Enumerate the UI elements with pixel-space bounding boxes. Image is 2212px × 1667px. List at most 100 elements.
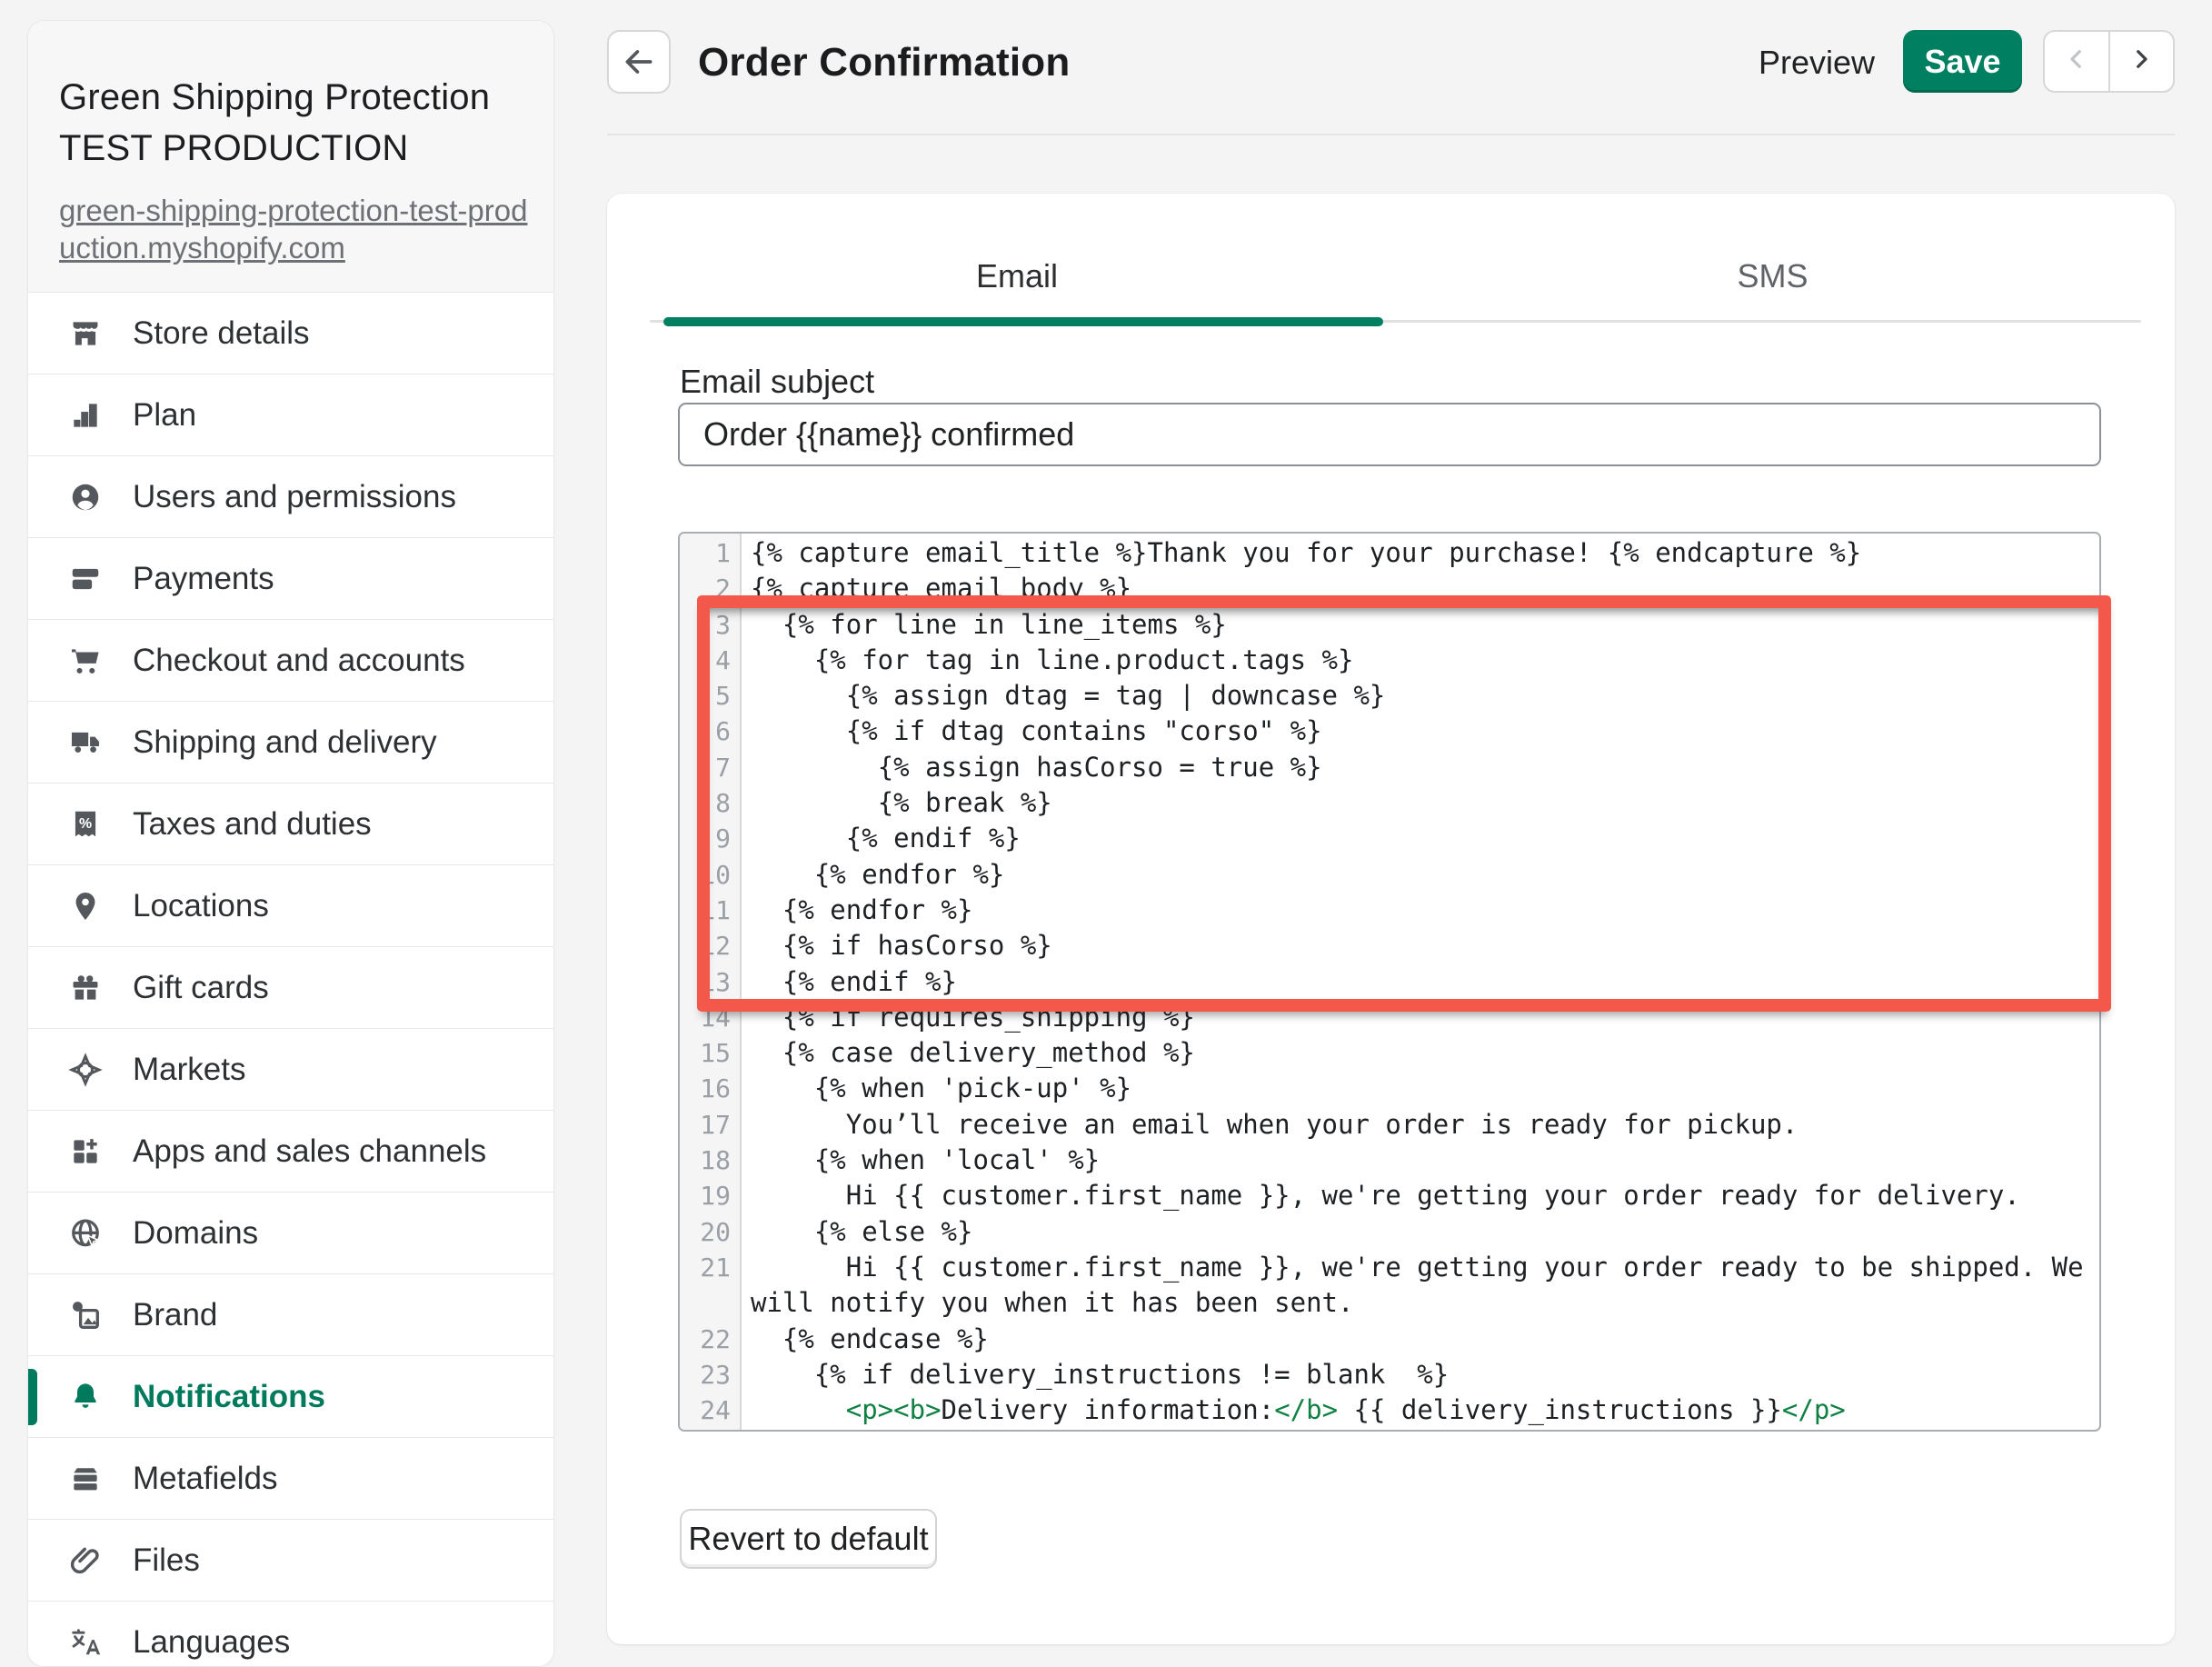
save-button[interactable]: Save (1903, 30, 2022, 93)
code-text: {% endif %} (742, 821, 2099, 856)
line-number: 3 (680, 607, 742, 643)
code-text: {% if delivery_instructions != blank %} (742, 1357, 2099, 1392)
users-icon (68, 480, 103, 514)
sidebar-item-label: Payments (133, 561, 274, 597)
sidebar-item-label: Store details (133, 315, 310, 352)
code-text: {% break %} (742, 785, 2099, 821)
sidebar-item-label: Domains (133, 1215, 258, 1252)
svg-text:%: % (79, 815, 92, 831)
line-number: 7 (680, 750, 742, 785)
code-line-21: 21 Hi {{ customer.first_name }}, we're g… (680, 1250, 2099, 1322)
code-text: Hi {{ customer.first_name }}, we're gett… (742, 1250, 2099, 1322)
code-line-7: 7 {% assign hasCorso = true %} (680, 750, 2099, 785)
page-title: Order Confirmation (698, 40, 1070, 85)
line-number: 6 (680, 714, 742, 749)
gift-icon (68, 971, 103, 1005)
preview-button[interactable]: Preview (1759, 44, 1875, 82)
sidebar-item-label: Files (133, 1542, 200, 1579)
line-number: 22 (680, 1322, 742, 1357)
brand-icon (68, 1298, 103, 1333)
sidebar-item-apps-and-sales-channels[interactable]: Apps and sales channels (28, 1110, 553, 1192)
markets-icon (68, 1053, 103, 1087)
template-pager (2043, 30, 2175, 93)
line-number: 11 (680, 893, 742, 928)
email-body-code-editor[interactable]: 1{% capture email_title %}Thank you for … (678, 532, 2101, 1432)
sidebar-item-plan[interactable]: Plan (28, 374, 553, 455)
line-number: 23 (680, 1357, 742, 1392)
sidebar-item-label: Plan (133, 397, 196, 434)
sidebar-item-files[interactable]: Files (28, 1519, 553, 1601)
line-number: 5 (680, 678, 742, 714)
line-number: 2 (680, 571, 742, 606)
store-url-link[interactable]: green-shipping-protection-test-productio… (59, 192, 528, 266)
sidebar-item-gift-cards[interactable]: Gift cards (28, 946, 553, 1028)
sidebar-store-header: Green Shipping Protection TEST PRODUCTIO… (28, 21, 553, 292)
sidebar-item-label: Metafields (133, 1461, 278, 1497)
files-icon (68, 1543, 103, 1578)
tab-sms[interactable]: SMS (1390, 257, 2155, 304)
apps-icon (68, 1134, 103, 1169)
revert-to-default-button[interactable]: Revert to default (680, 1509, 937, 1569)
sidebar-item-label: Brand (133, 1297, 217, 1333)
code-text: {% endcase %} (742, 1322, 2099, 1357)
tab-email[interactable]: Email (650, 257, 1384, 304)
line-number: 14 (680, 1000, 742, 1035)
back-button[interactable] (607, 30, 671, 94)
code-line-12: 12 {% if hasCorso %} (680, 928, 2099, 963)
line-number: 15 (680, 1035, 742, 1071)
sidebar-item-notifications[interactable]: Notifications (28, 1355, 553, 1437)
code-text: {% when 'pick-up' %} (742, 1071, 2099, 1106)
code-text: {% endif %} (742, 964, 2099, 1000)
code-text: {% if dtag contains "corso" %} (742, 714, 2099, 749)
code-line-16: 16 {% when 'pick-up' %} (680, 1071, 2099, 1106)
code-line-1: 1{% capture email_title %}Thank you for … (680, 535, 2099, 571)
sidebar-item-checkout-and-accounts[interactable]: Checkout and accounts (28, 619, 553, 701)
email-subject-label: Email subject (680, 363, 874, 401)
line-number: 12 (680, 928, 742, 963)
settings-sidebar: Green Shipping Protection TEST PRODUCTIO… (27, 20, 554, 1667)
sidebar-item-label: Gift cards (133, 970, 269, 1006)
sidebar-item-payments[interactable]: Payments (28, 537, 553, 619)
line-number: 19 (680, 1178, 742, 1213)
code-line-5: 5 {% assign dtag = tag | downcase %} (680, 678, 2099, 714)
taxes-icon: % (68, 807, 103, 842)
domains-icon (68, 1216, 103, 1251)
sidebar-item-domains[interactable]: Domains (28, 1192, 553, 1273)
sidebar-item-label: Notifications (133, 1379, 325, 1415)
sidebar-item-taxes-and-duties[interactable]: % Taxes and duties (28, 783, 553, 864)
email-subject-input[interactable] (678, 403, 2101, 466)
line-number: 24 (680, 1392, 742, 1428)
payments-icon (68, 562, 103, 596)
sidebar-item-languages[interactable]: Languages (28, 1601, 553, 1667)
code-line-13: 13 {% endif %} (680, 964, 2099, 1000)
sidebar-item-label: Markets (133, 1052, 245, 1088)
code-text: Hi {{ customer.first_name }}, we're gett… (742, 1178, 2099, 1213)
code-text: {% if requires_shipping %} (742, 1000, 2099, 1035)
languages-icon (68, 1625, 103, 1660)
code-text: <p><b>Delivery information:</b> {{ deliv… (742, 1392, 2099, 1428)
code-line-6: 6 {% if dtag contains "corso" %} (680, 714, 2099, 749)
line-number: 9 (680, 821, 742, 856)
chevron-right-icon (2127, 45, 2155, 77)
code-line-4: 4 {% for tag in line.product.tags %} (680, 643, 2099, 678)
sidebar-item-markets[interactable]: Markets (28, 1028, 553, 1110)
sidebar-item-users-and-permissions[interactable]: Users and permissions (28, 455, 553, 537)
sidebar-item-store-details[interactable]: Store details (28, 292, 553, 374)
sidebar-item-shipping-and-delivery[interactable]: Shipping and delivery (28, 701, 553, 783)
sidebar-item-label: Shipping and delivery (133, 724, 437, 761)
code-text: You’ll receive an email when your order … (742, 1107, 2099, 1143)
code-line-8: 8 {% break %} (680, 785, 2099, 821)
code-text: {% case delivery_method %} (742, 1035, 2099, 1071)
code-text: {% assign dtag = tag | downcase %} (742, 678, 2099, 714)
store-name: Green Shipping Protection TEST PRODUCTIO… (59, 72, 523, 174)
sidebar-menu: Store details Plan Users and permissions… (28, 292, 553, 1667)
sidebar-item-metafields[interactable]: Metafields (28, 1437, 553, 1519)
code-line-22: 22 {% endcase %} (680, 1322, 2099, 1357)
line-number: 10 (680, 857, 742, 893)
sidebar-item-label: Apps and sales channels (133, 1133, 486, 1170)
next-template-button[interactable] (2110, 32, 2174, 91)
previous-template-button[interactable] (2045, 32, 2110, 91)
sidebar-item-brand[interactable]: Brand (28, 1273, 553, 1355)
sidebar-item-locations[interactable]: Locations (28, 864, 553, 946)
code-line-14: 14 {% if requires_shipping %} (680, 1000, 2099, 1035)
